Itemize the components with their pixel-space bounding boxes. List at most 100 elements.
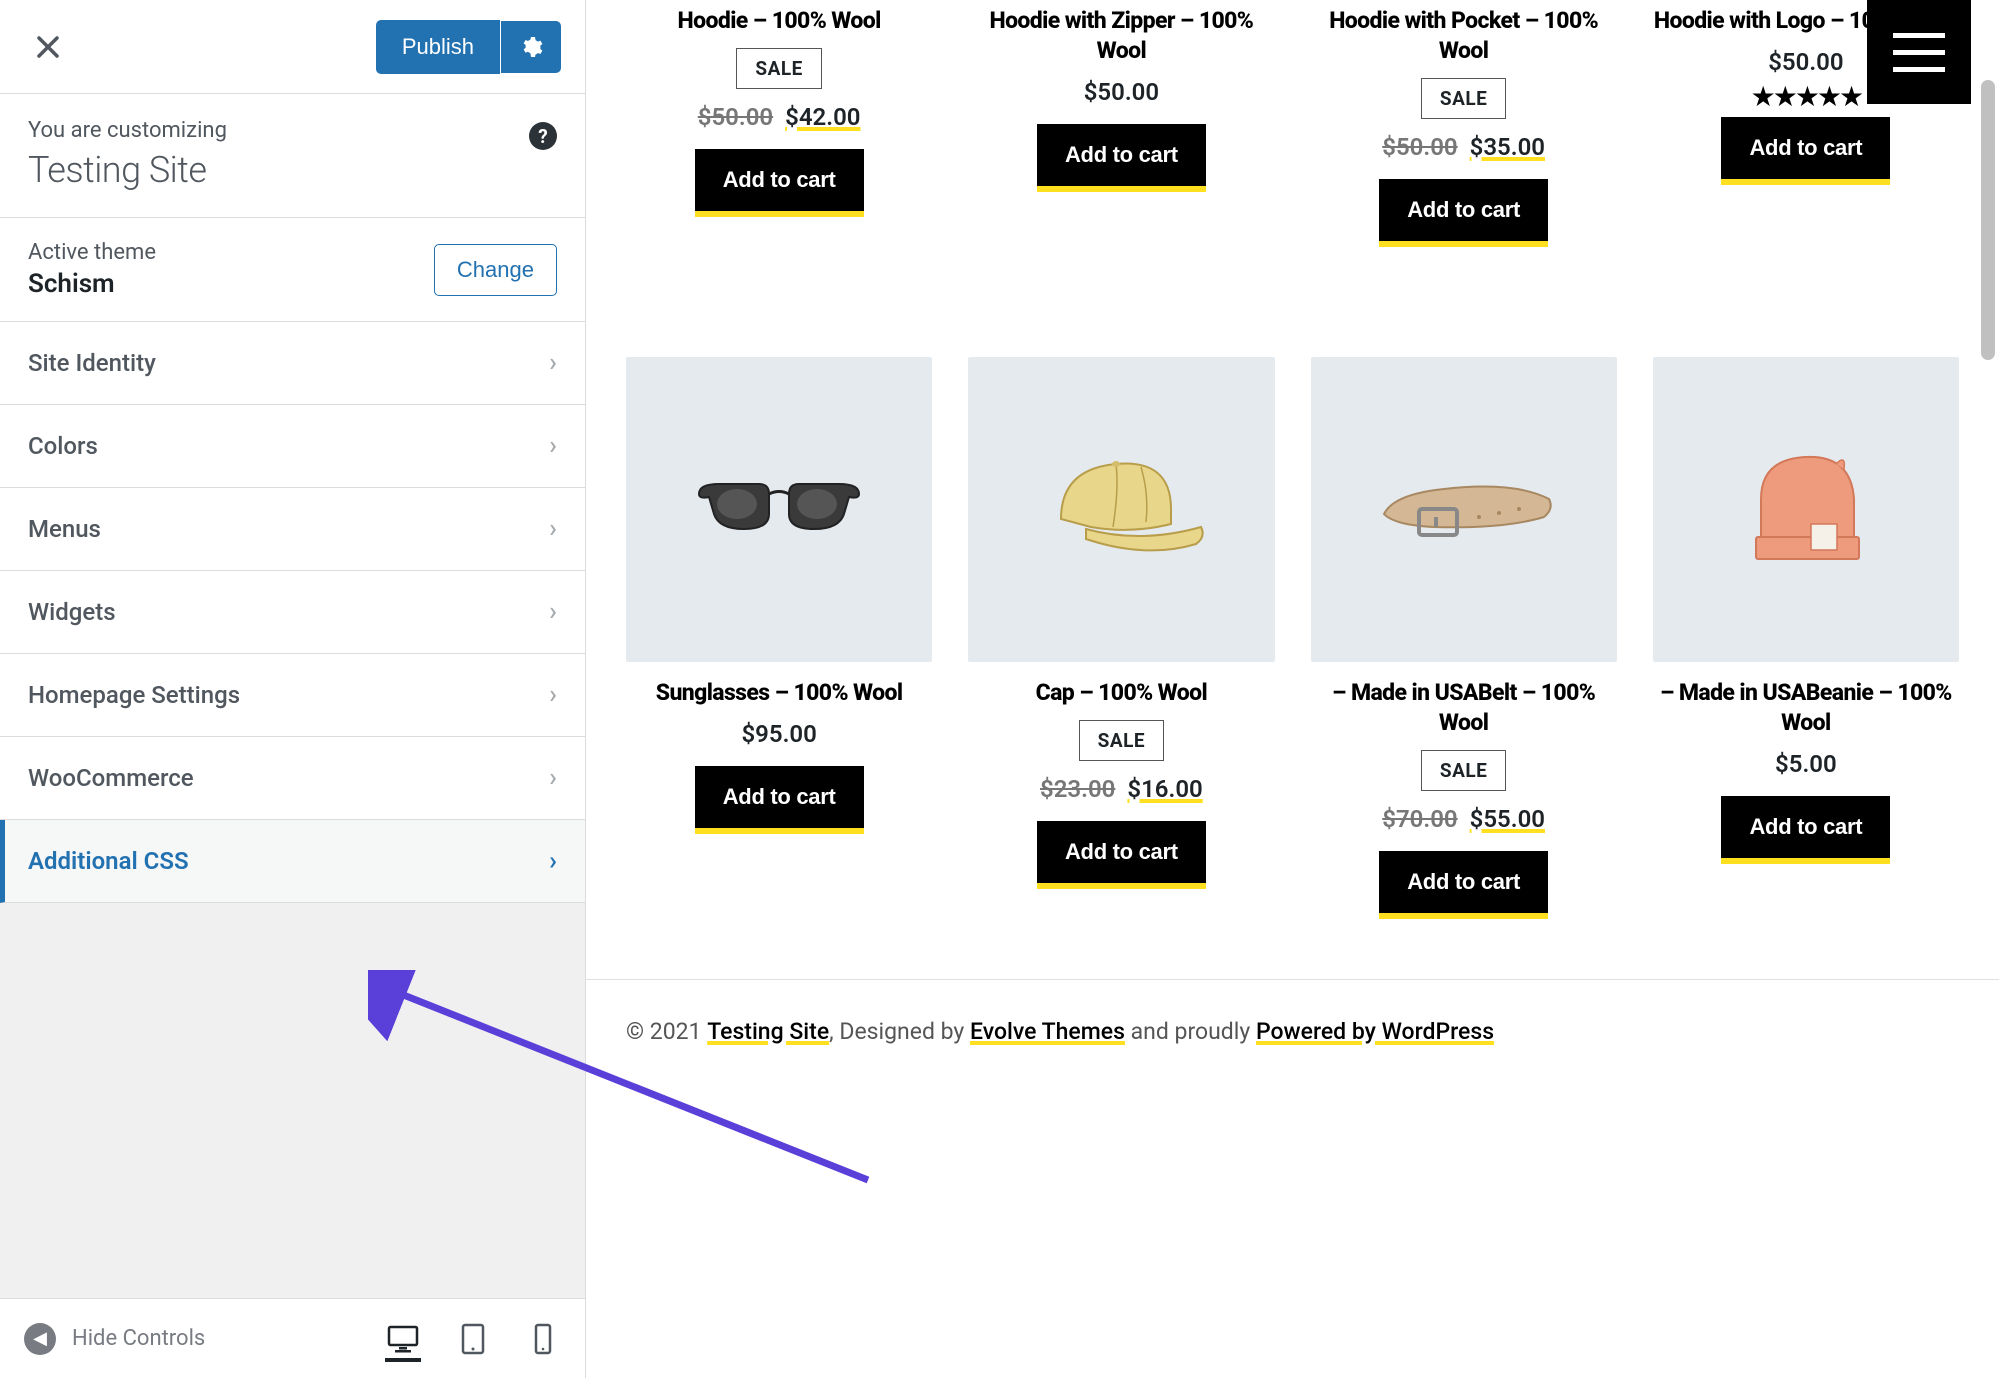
publish-group: Publish [376,20,561,74]
preview-scrollbar[interactable] [1981,0,1995,1378]
hide-controls-label: Hide Controls [72,1326,205,1351]
mobile-view-button[interactable] [525,1321,561,1357]
sale-badge: SALE [1421,750,1506,791]
menu-additional-css[interactable]: Additional CSS › [0,820,585,903]
site-preview: Hoodie – 100% Wool SALE $50.00 $42.00 Ad… [586,0,1999,1378]
product-price: $50.00 $42.00 [698,103,861,131]
product-price: $95.00 [741,720,816,748]
chevron-right-icon: › [549,846,557,876]
product-card[interactable]: – Made in USABelt – 100% Wool SALE $70.0… [1311,357,1617,919]
star-rating-icon: ★★★★★ [1751,80,1862,113]
collapse-icon: ◀ [24,1323,56,1355]
cap-icon [1031,439,1211,579]
product-card[interactable]: Hoodie with Pocket – 100% Wool SALE $50.… [1311,0,1617,247]
product-card[interactable]: – Made in USABeanie – 100% Wool $5.00 Ad… [1653,357,1959,919]
price-old: $23.00 [1040,775,1115,803]
product-price: $5.00 [1775,750,1837,778]
product-image [968,357,1274,662]
menu-label: Homepage Settings [28,681,240,709]
menu-colors[interactable]: Colors› [0,405,585,488]
menu-label: Site Identity [28,349,156,377]
product-title: – Made in USABelt – 100% Wool [1311,678,1617,738]
customizer-sidebar: Publish You are customizing Testing Site… [0,0,586,1378]
sidebar-footer: ◀ Hide Controls [0,1298,585,1378]
product-price: $50.00 [1768,48,1843,76]
product-title: Sunglasses – 100% Wool [656,678,903,708]
add-to-cart-button[interactable]: Add to cart [1721,117,1890,185]
add-to-cart-button[interactable]: Add to cart [695,149,864,217]
close-button[interactable] [24,23,72,71]
product-grid-row-1: Hoodie – 100% Wool SALE $50.00 $42.00 Ad… [586,0,1999,307]
menu-menus[interactable]: Menus› [0,488,585,571]
footer-site-link[interactable]: Testing Site [707,1018,829,1045]
product-grid-row-2: Sunglasses – 100% Wool $95.00 Add to car… [586,357,1999,979]
menu-homepage-settings[interactable]: Homepage Settings› [0,654,585,737]
gear-icon [519,35,543,59]
belt-icon [1364,459,1564,559]
desktop-view-button[interactable] [385,1326,421,1362]
product-price: $50.00 $35.00 [1382,133,1545,161]
price-old: $50.00 [698,103,773,131]
product-card[interactable]: Sunglasses – 100% Wool $95.00 Add to car… [626,357,932,919]
sale-badge: SALE [1079,720,1164,761]
price-new: $42.00 [785,103,860,131]
price: $5.00 [1775,750,1837,778]
scrollbar-thumb[interactable] [1981,80,1995,360]
price: $50.00 [1084,78,1159,106]
add-to-cart-button[interactable]: Add to cart [1037,821,1206,889]
footer-text: , Designed by [829,1018,970,1045]
price-new: $16.00 [1127,775,1202,803]
add-to-cart-button[interactable]: Add to cart [695,766,864,834]
chevron-right-icon: › [549,348,557,378]
tablet-icon [460,1323,486,1355]
add-to-cart-button[interactable]: Add to cart [1379,851,1548,919]
add-to-cart-button[interactable]: Add to cart [1379,179,1548,247]
product-title: Hoodie – 100% Wool [678,6,881,36]
footer-copyright: © 2021 [626,1018,707,1045]
hide-controls-button[interactable]: ◀ Hide Controls [24,1323,205,1355]
menu-label: Colors [28,432,98,460]
menu-site-identity[interactable]: Site Identity › [0,322,585,405]
customizing-site-title: Testing Site [28,149,557,191]
add-to-cart-button[interactable]: Add to cart [1721,796,1890,864]
mobile-icon [533,1323,553,1355]
chevron-right-icon: › [549,597,557,627]
sunglasses-icon [689,469,869,549]
footer-wp-link[interactable]: Powered by WordPress [1256,1018,1494,1045]
tablet-view-button[interactable] [455,1321,491,1357]
product-price: $50.00 [1084,78,1159,106]
active-theme-name: Schism [28,269,156,299]
sidebar-header: Publish [0,0,585,94]
menu-label: Additional CSS [28,847,189,875]
footer-text: and proudly [1125,1018,1256,1045]
hamburger-menu-button[interactable] [1867,0,1971,104]
product-title: Hoodie with Zipper – 100% Wool [968,6,1274,66]
publish-button[interactable]: Publish [376,20,500,74]
menu-widgets[interactable]: Widgets › [0,571,585,654]
menu-label: Widgets [28,598,116,626]
site-footer: © 2021 Testing Site, Designed by Evolve … [586,979,1999,1083]
product-card[interactable]: Hoodie – 100% Wool SALE $50.00 $42.00 Ad… [626,0,932,247]
product-image [626,357,932,662]
footer-theme-link[interactable]: Evolve Themes [970,1018,1125,1045]
hamburger-bar [1893,33,1945,38]
publish-settings-button[interactable] [501,21,561,73]
product-title: Hoodie with Pocket – 100% Wool [1311,6,1617,66]
menu-label: WooCommerce [28,764,194,792]
active-theme-label: Active theme [28,240,156,265]
close-icon [37,36,59,58]
sale-badge: SALE [736,48,821,89]
desktop-icon [387,1325,419,1353]
product-card[interactable]: Hoodie with Zipper – 100% Wool $50.00 Ad… [968,0,1274,247]
sale-badge: SALE [1421,78,1506,119]
add-to-cart-button[interactable]: Add to cart [1037,124,1206,192]
help-icon[interactable]: ? [529,122,557,150]
menu-woocommerce[interactable]: WooCommerce› [0,737,585,820]
price-old: $70.00 [1382,805,1457,833]
product-card[interactable]: Cap – 100% Wool SALE $23.00 $16.00 Add t… [968,357,1274,919]
change-theme-button[interactable]: Change [434,244,557,296]
product-title: Cap – 100% Wool [1036,678,1208,708]
customizing-intro: You are customizing [28,118,557,143]
product-image [1311,357,1617,662]
hamburger-bar [1893,67,1945,72]
